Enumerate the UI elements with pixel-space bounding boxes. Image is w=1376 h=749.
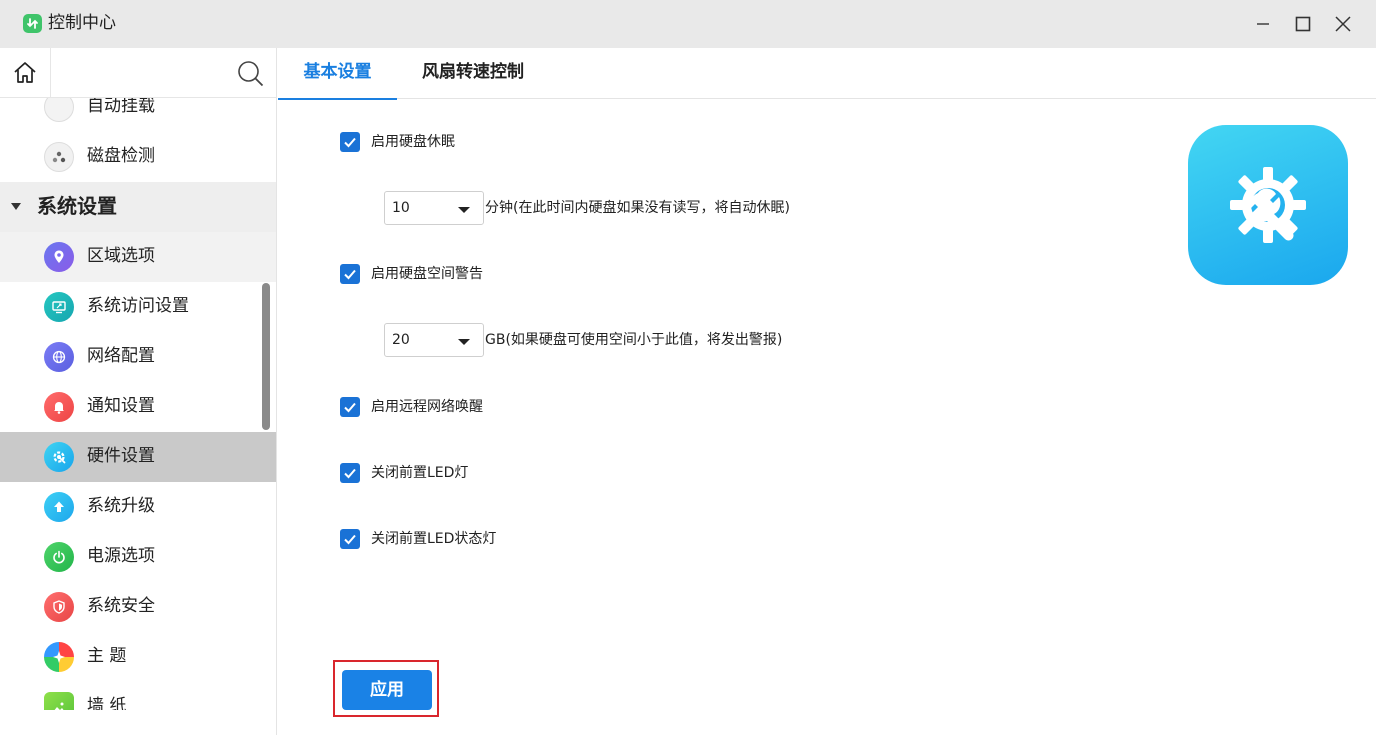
hdd-sleep-row: 启用硬盘休眠 [340,131,455,153]
apply-button[interactable]: 应用 [342,670,432,710]
front-status-led-checkbox[interactable] [340,529,360,549]
front-status-led-label: 关闭前置LED状态灯 [371,531,497,547]
sidebar-list: 自动挂载 磁盘检测 系统设置 区域选项 系统访问设置 网络配置 通知设置 硬件设… [0,98,276,710]
hardware-settings-gear-icon [1188,125,1348,285]
sidebar-item-auto-mount[interactable]: 自动挂载 [0,98,276,132]
bell-icon [44,392,74,422]
tab-basic-settings[interactable]: 基本设置 [278,48,397,100]
sidebar-item-label: 磁盘检测 [87,146,155,166]
checkmark-icon [344,269,356,280]
space-warning-row: 启用硬盘空间警告 [340,263,483,285]
checkmark-icon [344,468,356,479]
front-led-label: 关闭前置LED灯 [371,465,469,481]
network-globe-icon [44,342,74,372]
dropdown-arrow-icon [458,339,470,345]
sidebar-item-label: 通知设置 [87,396,155,416]
sidebar: 自动挂载 磁盘检测 系统设置 区域选项 系统访问设置 网络配置 通知设置 硬件设… [0,48,277,735]
maximize-icon [1295,16,1311,32]
sidebar-item-label: 电源选项 [87,546,155,566]
location-pin-icon [44,242,74,272]
front-led-checkbox[interactable] [340,463,360,483]
sleep-minutes-value: 10 [392,200,410,216]
space-warning-checkbox[interactable] [340,264,360,284]
monitor-access-icon [44,292,74,322]
sleep-minutes-row: 10 分钟(在此时间内硬盘如果没有读写，将自动休眠) [384,191,790,225]
home-button[interactable] [0,48,51,98]
sidebar-scrollbar[interactable] [262,283,270,430]
wol-checkbox[interactable] [340,397,360,417]
front-led-row: 关闭前置LED灯 [340,462,468,484]
sidebar-toolbar [0,48,276,98]
power-icon [44,542,74,572]
sidebar-item-label: 硬件设置 [87,446,155,466]
space-gb-description: GB(如果硬盘可使用空间小于此值，将发出警报) [485,332,783,348]
sidebar-item-theme[interactable]: 主 题 [0,632,276,682]
sidebar-item-upgrade[interactable]: 系统升级 [0,482,276,532]
sidebar-item-network[interactable]: 网络配置 [0,332,276,382]
wol-label: 启用远程网络唤醒 [371,399,483,415]
sidebar-item-security[interactable]: 系统安全 [0,582,276,632]
app-icon [23,14,42,33]
sidebar-item-power[interactable]: 电源选项 [0,532,276,582]
tab-bar: 基本设置 风扇转速控制 [278,48,1376,100]
sidebar-item-hardware[interactable]: 硬件设置 [0,432,276,482]
hdd-sleep-checkbox[interactable] [340,132,360,152]
sidebar-item-label: 系统升级 [87,496,155,516]
space-warning-label: 启用硬盘空间警告 [371,266,483,282]
search-button[interactable] [232,56,268,90]
auto-mount-icon [44,98,74,122]
checkmark-icon [344,137,356,148]
sidebar-item-label: 主 题 [87,646,127,666]
title-bar: 控制中心 [0,0,1376,48]
sidebar-item-label: 系统安全 [87,596,155,616]
close-button[interactable] [1323,8,1363,40]
theme-pinwheel-icon [44,642,74,672]
sleep-minutes-description: 分钟(在此时间内硬盘如果没有读写，将自动休眠) [485,200,790,216]
home-icon [14,62,36,83]
sidebar-group-label: 系统设置 [37,194,117,218]
hardware-gear-icon [44,442,74,472]
minimize-icon [1257,23,1269,25]
dropdown-arrow-icon [458,207,470,213]
search-icon [237,60,263,86]
settings-panel: 启用硬盘休眠 10 分钟(在此时间内硬盘如果没有读写，将自动休眠) 启用硬盘空间… [278,100,1376,735]
caret-down-icon [11,203,21,210]
sidebar-item-disk-check[interactable]: 磁盘检测 [0,132,276,182]
sidebar-item-system-access[interactable]: 系统访问设置 [0,282,276,332]
disk-check-icon [44,142,74,172]
wallpaper-icon [44,692,74,710]
hdd-sleep-label: 启用硬盘休眠 [371,134,455,150]
sidebar-item-label: 系统访问设置 [87,296,189,316]
minimize-button[interactable] [1243,8,1283,40]
sidebar-item-wallpaper[interactable]: 墙 纸 [0,682,276,710]
tab-fan-speed-control[interactable]: 风扇转速控制 [408,48,538,99]
sleep-minutes-select[interactable]: 10 [384,191,484,225]
sidebar-item-label: 网络配置 [87,346,155,366]
shield-icon [44,592,74,622]
sidebar-item-label: 区域选项 [87,246,155,266]
window-title: 控制中心 [48,13,116,33]
space-gb-row: 20 GB(如果硬盘可使用空间小于此值，将发出警报) [384,323,782,357]
upgrade-arrow-icon [44,492,74,522]
sidebar-item-notification[interactable]: 通知设置 [0,382,276,432]
front-status-led-row: 关闭前置LED状态灯 [340,528,496,550]
space-gb-select[interactable]: 20 [384,323,484,357]
wol-row: 启用远程网络唤醒 [340,396,483,418]
close-icon [1335,16,1351,32]
checkmark-icon [344,534,356,545]
checkmark-icon [344,402,356,413]
sidebar-group-system-settings[interactable]: 系统设置 [0,182,276,232]
sidebar-item-region[interactable]: 区域选项 [0,232,276,282]
sidebar-item-label: 墙 纸 [87,696,127,710]
space-gb-value: 20 [392,332,410,348]
maximize-button[interactable] [1283,8,1323,40]
sidebar-item-label: 自动挂载 [87,98,155,116]
